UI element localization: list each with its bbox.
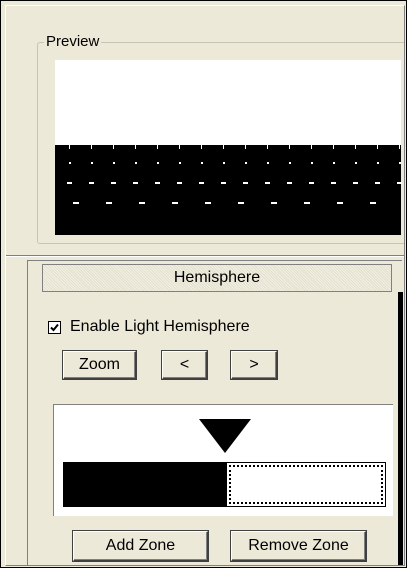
- preview-group: Preview: [37, 32, 404, 244]
- preview-dash: [205, 202, 211, 204]
- preview-dash: [223, 145, 224, 149]
- preview-dash: [355, 162, 357, 164]
- zone-editor[interactable]: [53, 404, 393, 516]
- preview-dash-row: [55, 162, 401, 166]
- preview-dash: [157, 145, 158, 149]
- preview-dash: [201, 162, 203, 164]
- preview-dash: [113, 162, 115, 164]
- preview-dash: [69, 162, 71, 164]
- preview-dash: [311, 145, 312, 149]
- preview-dash: [245, 145, 246, 149]
- checkmark-icon: [50, 323, 59, 331]
- preview-dash: [199, 182, 204, 184]
- preview-canvas: [55, 60, 402, 235]
- preview-dash: [179, 162, 181, 164]
- preview-dark-zone: [55, 145, 402, 235]
- preview-dash-row: [55, 202, 401, 206]
- preview-dash: [89, 182, 94, 184]
- panel-container: Preview Hemisphere Enable Light Hemisphe…: [5, 5, 405, 566]
- preview-dash: [377, 162, 379, 164]
- preview-group-label: Preview: [44, 32, 102, 52]
- remove-zone-button[interactable]: Remove Zone: [230, 530, 367, 562]
- preview-dash: [155, 182, 160, 184]
- preview-dash: [399, 162, 401, 164]
- preview-dash: [238, 202, 244, 204]
- preview-dash: [353, 182, 358, 184]
- preview-dash: [287, 182, 292, 184]
- preview-dash-row: [55, 182, 402, 186]
- preview-tick-row: [55, 145, 401, 149]
- preview-dash: [135, 145, 136, 149]
- next-zone-button[interactable]: >: [230, 350, 278, 380]
- preview-dash: [267, 162, 269, 164]
- preview-dash: [135, 162, 137, 164]
- preview-dash: [139, 202, 145, 204]
- previous-zone-button[interactable]: <: [161, 350, 208, 380]
- preview-dash: [337, 202, 343, 204]
- hemisphere-header[interactable]: Hemisphere: [42, 264, 392, 292]
- preview-dash: [309, 182, 314, 184]
- preview-dash: [113, 145, 114, 149]
- enable-hemisphere-checkbox-row[interactable]: Enable Light Hemisphere: [48, 317, 250, 337]
- preview-dash: [331, 182, 336, 184]
- preview-dash: [157, 162, 159, 164]
- preview-dash: [377, 145, 378, 149]
- window-frame: Preview Hemisphere Enable Light Hemisphe…: [0, 0, 407, 568]
- preview-dash: [289, 145, 290, 149]
- zone-segment-selected[interactable]: [226, 462, 386, 507]
- preview-dash: [111, 182, 116, 184]
- zoom-button[interactable]: Zoom: [62, 350, 137, 380]
- preview-dash: [67, 182, 72, 184]
- hemisphere-title: Hemisphere: [173, 269, 261, 286]
- zone-segment-dark[interactable]: [63, 462, 226, 507]
- preview-dash: [106, 202, 112, 204]
- preview-dash: [271, 202, 277, 204]
- preview-dash: [397, 182, 402, 184]
- preview-dash: [289, 162, 291, 164]
- preview-dash: [177, 182, 182, 184]
- preview-dash: [333, 145, 334, 149]
- preview-dash: [91, 162, 93, 164]
- preview-dash: [179, 145, 180, 149]
- selection-focus-outline: [229, 465, 383, 504]
- preview-dash: [172, 202, 178, 204]
- preview-dash: [399, 145, 400, 149]
- preview-dash: [265, 182, 270, 184]
- preview-dash: [201, 145, 202, 149]
- preview-dash: [69, 145, 70, 149]
- preview-dash: [243, 182, 248, 184]
- preview-dash: [311, 162, 313, 164]
- preview-dash: [223, 162, 225, 164]
- preview-dash: [73, 202, 79, 204]
- preview-dash: [304, 202, 310, 204]
- enable-hemisphere-label: Enable Light Hemisphere: [70, 318, 250, 335]
- preview-dash: [355, 145, 356, 149]
- preview-dash: [91, 145, 92, 149]
- panel-scrollbar[interactable]: [398, 292, 403, 565]
- preview-dash: [133, 182, 138, 184]
- preview-dash: [267, 145, 268, 149]
- preview-dash: [370, 202, 376, 204]
- divider: [6, 255, 404, 257]
- preview-dash: [333, 162, 335, 164]
- add-zone-button[interactable]: Add Zone: [72, 530, 209, 562]
- preview-dash: [375, 182, 380, 184]
- triangle-down-icon[interactable]: [199, 419, 251, 455]
- preview-dash: [221, 182, 226, 184]
- preview-dash: [245, 162, 247, 164]
- enable-hemisphere-checkbox[interactable]: [48, 320, 61, 334]
